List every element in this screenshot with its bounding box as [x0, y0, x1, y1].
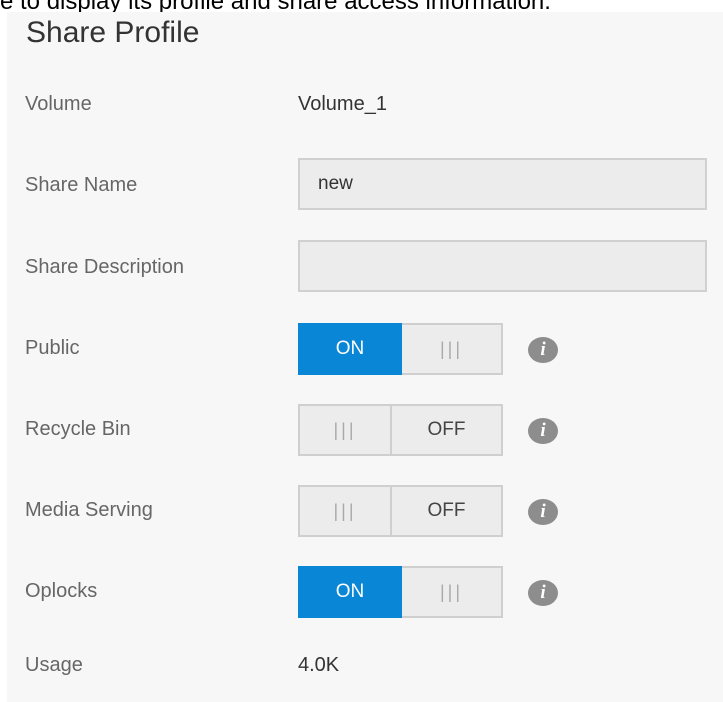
info-icon[interactable]: i	[528, 499, 558, 525]
oplocks-toggle-state: ON	[298, 566, 402, 618]
usage-value: 4.0K	[298, 654, 340, 676]
volume-value: Volume_1	[298, 93, 387, 115]
volume-label: Volume	[25, 93, 92, 115]
media-serving-toggle-grip: |||	[300, 487, 392, 535]
usage-row: Usage 4.0K	[7, 635, 723, 695]
public-toggle-state: ON	[298, 323, 402, 375]
media-serving-toggle[interactable]: ||| OFF	[298, 485, 503, 537]
oplocks-toggle[interactable]: ON |||	[298, 566, 503, 618]
public-row: Public ON ||| i	[7, 318, 723, 378]
oplocks-toggle-grip: |||	[439, 581, 464, 602]
public-toggle[interactable]: ON |||	[298, 323, 503, 375]
media-serving-label: Media Serving	[25, 499, 153, 521]
share-description-row: Share Description	[7, 237, 723, 297]
share-profile-panel: Share Profile Volume Volume_1 Share Name…	[7, 12, 723, 702]
media-serving-toggle-state: OFF	[427, 500, 466, 521]
recycle-bin-label: Recycle Bin	[25, 418, 131, 440]
public-toggle-grip: |||	[439, 338, 464, 359]
oplocks-label: Oplocks	[25, 580, 98, 602]
media-serving-row: Media Serving ||| OFF i	[7, 480, 723, 540]
public-label: Public	[25, 337, 80, 359]
share-description-label: Share Description	[25, 256, 184, 278]
recycle-bin-toggle[interactable]: ||| OFF	[298, 404, 503, 456]
recycle-bin-toggle-grip: |||	[300, 406, 392, 454]
info-icon[interactable]: i	[528, 580, 558, 606]
usage-label: Usage	[25, 654, 83, 676]
share-description-input[interactable]	[298, 240, 707, 292]
recycle-bin-toggle-state: OFF	[427, 419, 466, 440]
oplocks-row: Oplocks ON ||| i	[7, 561, 723, 621]
volume-row: Volume Volume_1	[7, 74, 723, 134]
share-name-row: Share Name	[7, 155, 723, 215]
share-name-label: Share Name	[25, 174, 138, 196]
recycle-bin-row: Recycle Bin ||| OFF i	[7, 399, 723, 459]
info-icon[interactable]: i	[528, 337, 558, 363]
info-icon[interactable]: i	[528, 418, 558, 444]
share-name-input[interactable]	[298, 158, 707, 210]
page-title: Share Profile	[26, 16, 200, 49]
